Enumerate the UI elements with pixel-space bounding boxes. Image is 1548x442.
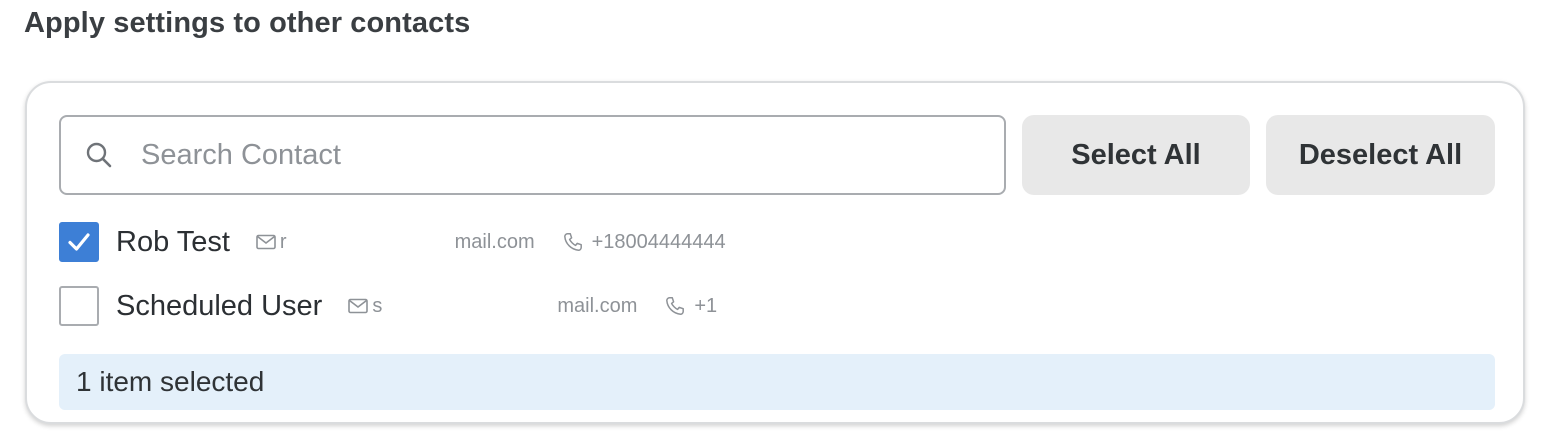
phone-icon: [563, 232, 583, 252]
contact-row[interactable]: Rob Test r mail.com +18004444444: [59, 222, 726, 262]
contact-name: Rob Test: [116, 225, 230, 258]
contact-email-end: mail.com: [454, 230, 535, 253]
selection-status-bar: 1 item selected: [59, 354, 1495, 410]
search-icon: [85, 141, 113, 169]
contact-checkbox[interactable]: [59, 286, 99, 326]
selection-status-text: 1 item selected: [76, 366, 265, 397]
mail-icon: [256, 232, 276, 252]
section-title: Apply settings to other contacts: [24, 7, 471, 39]
deselect-all-button[interactable]: Deselect All: [1266, 115, 1495, 195]
select-all-button[interactable]: Select All: [1022, 115, 1250, 195]
contact-name: Scheduled User: [116, 289, 323, 322]
mail-icon: [348, 296, 369, 316]
checkmark-icon: [68, 233, 90, 251]
search-box[interactable]: [59, 115, 1006, 195]
contact-phone: +1: [694, 294, 718, 317]
contact-email-start: r: [279, 230, 287, 253]
contacts-panel: Select All Deselect All Rob Test r mail.…: [25, 81, 1525, 424]
contact-email-end: mail.com: [557, 294, 638, 317]
search-input[interactable]: [141, 125, 941, 185]
contact-email-start: s: [372, 294, 383, 317]
contact-row[interactable]: Scheduled User s mail.com +1: [59, 286, 717, 326]
contact-phone: +18004444444: [591, 230, 726, 253]
contact-checkbox[interactable]: [59, 222, 99, 262]
phone-icon: [665, 296, 685, 316]
